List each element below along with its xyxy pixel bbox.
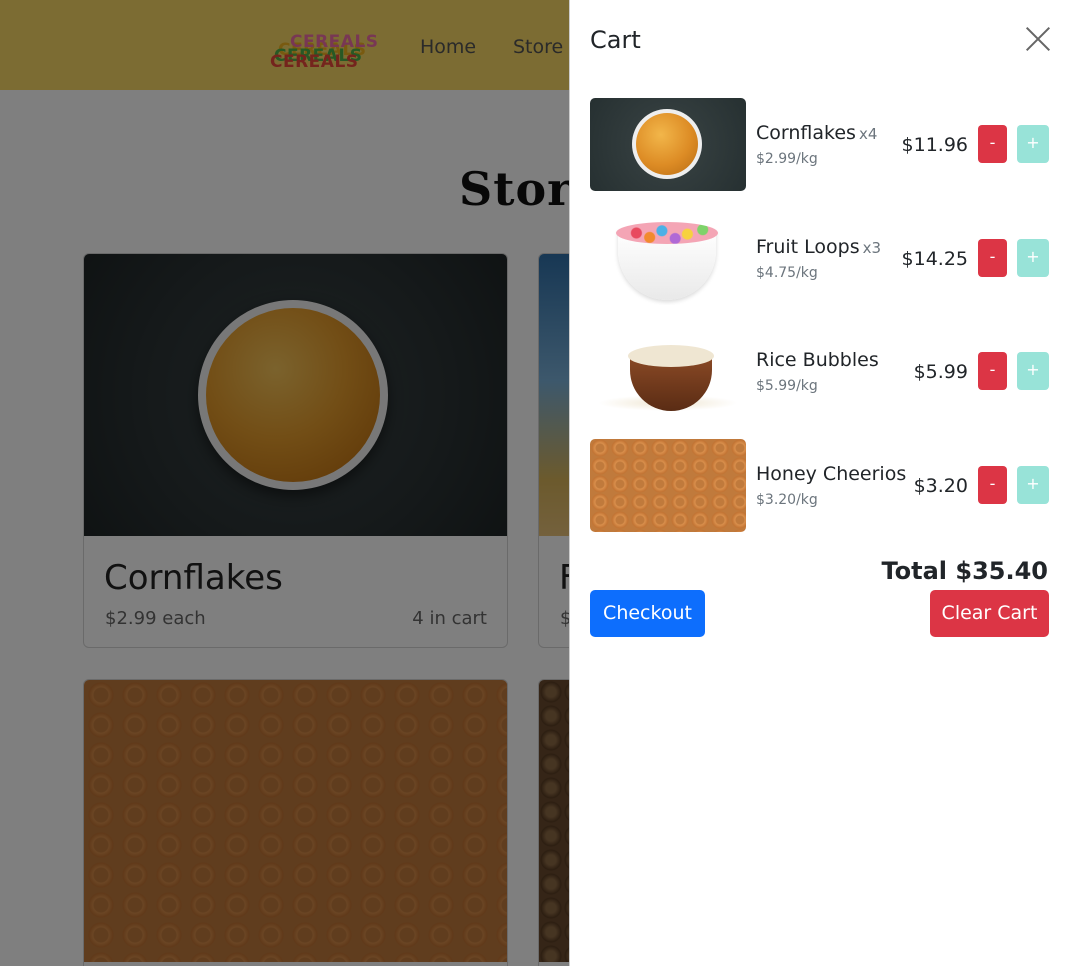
cart-panel: Cart Cornflakes x4 $2.99/kg $11.96 - + Fr… (569, 0, 1067, 966)
close-icon[interactable] (1025, 26, 1051, 52)
cart-item-unit-price: $4.75/kg (756, 265, 818, 281)
increase-quantity-button[interactable]: + (1017, 352, 1049, 390)
cart-item-name: Rice Bubbles (756, 349, 879, 371)
cart-item-total: $14.25 (901, 248, 968, 270)
cart-item: Honey Cheerios $3.20/kg $3.20 - + (590, 439, 1050, 533)
cart-item-thumbnail (590, 212, 746, 305)
cart-item-unit-price: $2.99/kg (756, 151, 818, 167)
cart-item: Rice Bubbles $5.99/kg $5.99 - + (590, 325, 1050, 419)
cart-item-total: $11.96 (901, 134, 968, 156)
decrease-quantity-button[interactable]: - (978, 352, 1007, 390)
cart-item-total: $5.99 (913, 361, 968, 383)
cart-item-name: Cornflakes x4 (756, 122, 878, 144)
increase-quantity-button[interactable]: + (1017, 125, 1049, 163)
clear-cart-button[interactable]: Clear Cart (930, 590, 1049, 637)
cart-item: Cornflakes x4 $2.99/kg $11.96 - + (590, 98, 1050, 192)
cart-item-total: $3.20 (913, 475, 968, 497)
increase-quantity-button[interactable]: + (1017, 239, 1049, 277)
cart-item-thumbnail (590, 98, 746, 191)
cart-item-unit-price: $3.20/kg (756, 492, 818, 508)
cart-item-qty: x3 (862, 239, 882, 257)
decrease-quantity-button[interactable]: - (978, 125, 1007, 163)
checkout-button[interactable]: Checkout (590, 590, 705, 637)
cart-item-qty: x4 (858, 125, 878, 143)
cart-item-name: Fruit Loops x3 (756, 236, 882, 258)
decrease-quantity-button[interactable]: - (978, 466, 1007, 504)
cart-title: Cart (590, 26, 641, 54)
cart-total: Total $35.40 (881, 557, 1048, 585)
cart-item-thumbnail (590, 439, 746, 532)
cart-item-name: Honey Cheerios (756, 463, 907, 485)
cart-item: Fruit Loops x3 $4.75/kg $14.25 - + (590, 212, 1050, 306)
decrease-quantity-button[interactable]: - (978, 239, 1007, 277)
cart-item-unit-price: $5.99/kg (756, 378, 818, 394)
cart-item-thumbnail (590, 325, 746, 418)
increase-quantity-button[interactable]: + (1017, 466, 1049, 504)
